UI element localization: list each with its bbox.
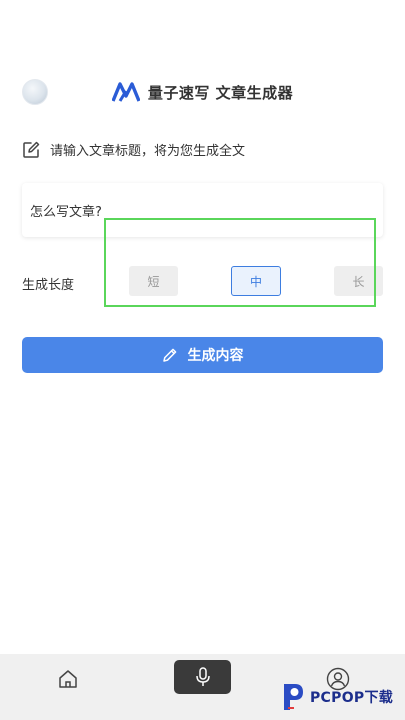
watermark-text: PCPOP下载 xyxy=(310,690,394,706)
generate-button-label: 生成内容 xyxy=(187,348,244,364)
highlight-annotation xyxy=(104,218,376,307)
page-title: 量子速写 文章生成器 xyxy=(147,83,294,102)
app-header: 量子速写 文章生成器 xyxy=(0,80,405,104)
watermark: PCPOP下载 xyxy=(280,680,393,714)
generate-button[interactable]: 生成内容 xyxy=(22,337,383,373)
app-screen: 量子速写 文章生成器 请输入文章标题，将为您生成全文 怎么写文章? 生成长度 短… xyxy=(0,0,405,720)
pencil-icon xyxy=(162,348,176,362)
pcpop-logo-icon xyxy=(284,684,303,710)
brand-logo-icon xyxy=(111,82,140,102)
edit-icon xyxy=(23,141,40,158)
prompt-row: 请输入文章标题，将为您生成全文 xyxy=(22,140,245,159)
length-label: 生成长度 xyxy=(22,278,75,293)
prompt-text: 请输入文章标题，将为您生成全文 xyxy=(50,144,246,159)
microphone-icon xyxy=(195,667,210,686)
nav-mic-button[interactable] xyxy=(174,660,231,694)
title-input-value: 怎么写文章? xyxy=(30,204,102,220)
home-icon[interactable] xyxy=(57,668,79,690)
